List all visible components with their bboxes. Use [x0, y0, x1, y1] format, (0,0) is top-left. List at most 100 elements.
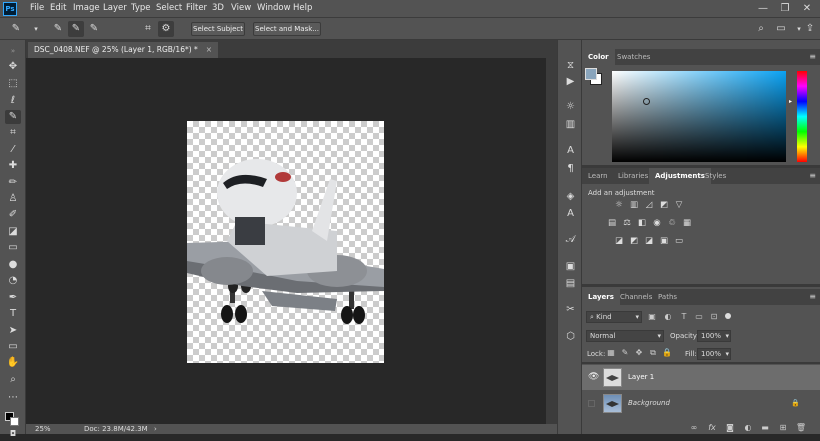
menu-view[interactable]: View — [231, 3, 251, 13]
black-white-icon[interactable]: ◧ — [636, 218, 648, 229]
adjustments-panel-menu-icon[interactable]: ≡ — [809, 171, 816, 180]
close-window-button[interactable]: ✕ — [798, 1, 816, 17]
character-panel-icon[interactable]: A — [563, 144, 578, 158]
lock-transparent-icon[interactable]: ▦ — [605, 347, 617, 359]
menu-file[interactable]: File — [30, 3, 44, 13]
healing-brush-tool-icon[interactable]: ✚ — [5, 159, 21, 173]
fx-icon[interactable]: fx — [706, 422, 718, 434]
menu-type[interactable]: Type — [131, 3, 151, 13]
zoom-level[interactable]: 25% — [35, 424, 51, 434]
tab-swatches[interactable]: Swatches — [611, 49, 656, 65]
canvas-area[interactable] — [26, 58, 546, 424]
color-lookup-icon[interactable]: ▦ — [681, 218, 693, 229]
actions-play-icon[interactable]: ▶ — [563, 75, 578, 89]
hue-slider[interactable] — [797, 71, 807, 162]
brightness-contrast-icon[interactable]: ☼ — [613, 200, 625, 211]
3d-panel-icon[interactable]: ⬡ — [563, 330, 578, 344]
share-icon[interactable]: ⇪ — [802, 21, 818, 37]
menu-edit[interactable]: Edit — [50, 3, 66, 13]
path-selection-tool-icon[interactable]: ➤ — [5, 324, 21, 338]
dodge-tool-icon[interactable]: ◔ — [5, 274, 21, 288]
zoom-tool-icon[interactable]: ⌕ — [5, 373, 21, 387]
menu-layer[interactable]: Layer — [103, 3, 127, 13]
document-canvas[interactable] — [187, 121, 384, 363]
workspace-icon[interactable]: ▭ — [773, 21, 789, 37]
hand-tool-icon[interactable]: ✋ — [5, 356, 21, 370]
new-layer-icon[interactable]: ⊞ — [777, 422, 789, 434]
layer-row[interactable]: Background 🔒 — [582, 391, 820, 416]
tab-libraries[interactable]: Libraries — [612, 168, 654, 184]
close-document-icon[interactable]: × — [206, 45, 212, 54]
type-tool-icon[interactable]: T — [5, 307, 21, 321]
visibility-eye-icon[interactable]: 👁 — [588, 365, 599, 390]
foreground-swatch[interactable] — [585, 68, 597, 80]
filter-pixel-icon[interactable]: ▣ — [646, 311, 658, 323]
lock-image-icon[interactable]: ✎ — [619, 347, 631, 359]
subtract-from-selection-icon[interactable]: ✎ — [86, 21, 102, 37]
brightness-panel-icon[interactable]: ☼ — [563, 100, 578, 114]
background-color-swatch[interactable] — [10, 417, 19, 426]
glyphs-panel-icon[interactable]: A — [563, 207, 578, 221]
delete-layer-trash-icon[interactable]: 🗑 — [795, 422, 807, 434]
lock-position-icon[interactable]: ✥ — [633, 347, 645, 359]
minimize-button[interactable]: — — [754, 1, 772, 17]
new-selection-brush-icon[interactable]: ✎ — [50, 21, 66, 37]
edit-toolbar-icon[interactable]: ⋯ — [5, 391, 21, 405]
character-style-icon[interactable]: 𝒜 — [563, 233, 578, 247]
menu-select[interactable]: Select — [156, 3, 182, 13]
tab-color[interactable]: Color — [582, 49, 615, 65]
lock-artboard-icon[interactable]: ⧉ — [647, 347, 659, 359]
histogram-panel-icon[interactable]: ▥ — [563, 118, 578, 132]
layer-row[interactable]: 👁 Layer 1 — [582, 365, 820, 390]
history-panel-icon[interactable]: ⧖ — [563, 59, 578, 73]
properties-panel-icon[interactable]: ◈ — [563, 190, 578, 204]
clone-stamp-tool-icon[interactable]: ♙ — [5, 192, 21, 206]
new-adjustment-icon[interactable]: ◐ — [742, 422, 754, 434]
vibrance-icon[interactable]: ▽ — [673, 200, 685, 211]
filter-shape-icon[interactable]: ▭ — [693, 311, 705, 323]
filter-type-icon[interactable]: T — [678, 311, 690, 323]
menu-3d[interactable]: 3D — [212, 3, 224, 13]
timeline-panel-icon[interactable]: ▤ — [563, 277, 578, 291]
quick-selection-tool-icon[interactable]: ✎ — [8, 21, 24, 37]
curves-icon[interactable]: ◿ — [643, 200, 655, 211]
color-panel-menu-icon[interactable]: ≡ — [809, 52, 816, 61]
gradient-map-icon[interactable]: ▭ — [673, 236, 685, 247]
hue-slider-arrow-icon[interactable]: ▸ — [789, 98, 792, 105]
status-menu-arrow-icon[interactable]: › — [154, 424, 157, 434]
layer-name[interactable]: Background — [628, 391, 670, 416]
pen-tool-icon[interactable]: ✒ — [5, 291, 21, 305]
document-tab[interactable]: DSC_0408.NEF @ 25% (Layer 1, RGB/16*) * × — [28, 42, 219, 58]
photo-filter-icon[interactable]: ◉ — [651, 218, 663, 229]
menu-window[interactable]: Window — [257, 3, 291, 13]
hue-saturation-icon[interactable]: ▤ — [606, 218, 618, 229]
tab-styles[interactable]: Styles — [699, 168, 732, 184]
blend-mode-select[interactable]: Normal ▾ — [586, 330, 664, 342]
lasso-tool-icon[interactable]: ℓ — [5, 94, 21, 108]
add-mask-icon[interactable]: ◙ — [724, 422, 736, 434]
eraser-tool-icon[interactable]: ◪ — [5, 225, 21, 239]
visibility-toggle-off[interactable] — [588, 400, 595, 407]
color-picker-cursor[interactable] — [643, 98, 650, 105]
filter-adjustment-icon[interactable]: ◐ — [662, 311, 674, 323]
link-layers-icon[interactable]: ∞ — [688, 422, 700, 434]
rectangle-tool-icon[interactable]: ▭ — [5, 340, 21, 354]
selective-color-icon[interactable]: ▣ — [658, 236, 670, 247]
filter-smart-object-icon[interactable]: ⊡ — [708, 311, 720, 323]
layers-panel-menu-icon[interactable]: ≡ — [809, 292, 816, 301]
layer-filter-kind-select[interactable]: ⌕ Kind ▾ — [586, 311, 642, 323]
opacity-input[interactable]: 100% ▾ — [697, 330, 731, 342]
tab-learn[interactable]: Learn — [582, 168, 614, 184]
posterize-icon[interactable]: ◩ — [628, 236, 640, 247]
canvas-vertical-scrollbar[interactable] — [546, 58, 557, 424]
quick-selection-tool-icon[interactable]: ✎ — [5, 110, 21, 124]
maximize-button[interactable]: ❐ — [776, 1, 794, 17]
paragraph-panel-icon[interactable]: ¶ — [563, 162, 578, 176]
color-picker-field[interactable] — [612, 71, 786, 162]
exposure-icon[interactable]: ◩ — [658, 200, 670, 211]
menu-filter[interactable]: Filter — [186, 3, 207, 13]
levels-icon[interactable]: ▥ — [628, 200, 640, 211]
move-tool-icon[interactable]: ✥ — [5, 60, 21, 74]
filter-toggle[interactable] — [725, 313, 731, 319]
lock-all-icon[interactable]: 🔒 — [661, 347, 673, 359]
